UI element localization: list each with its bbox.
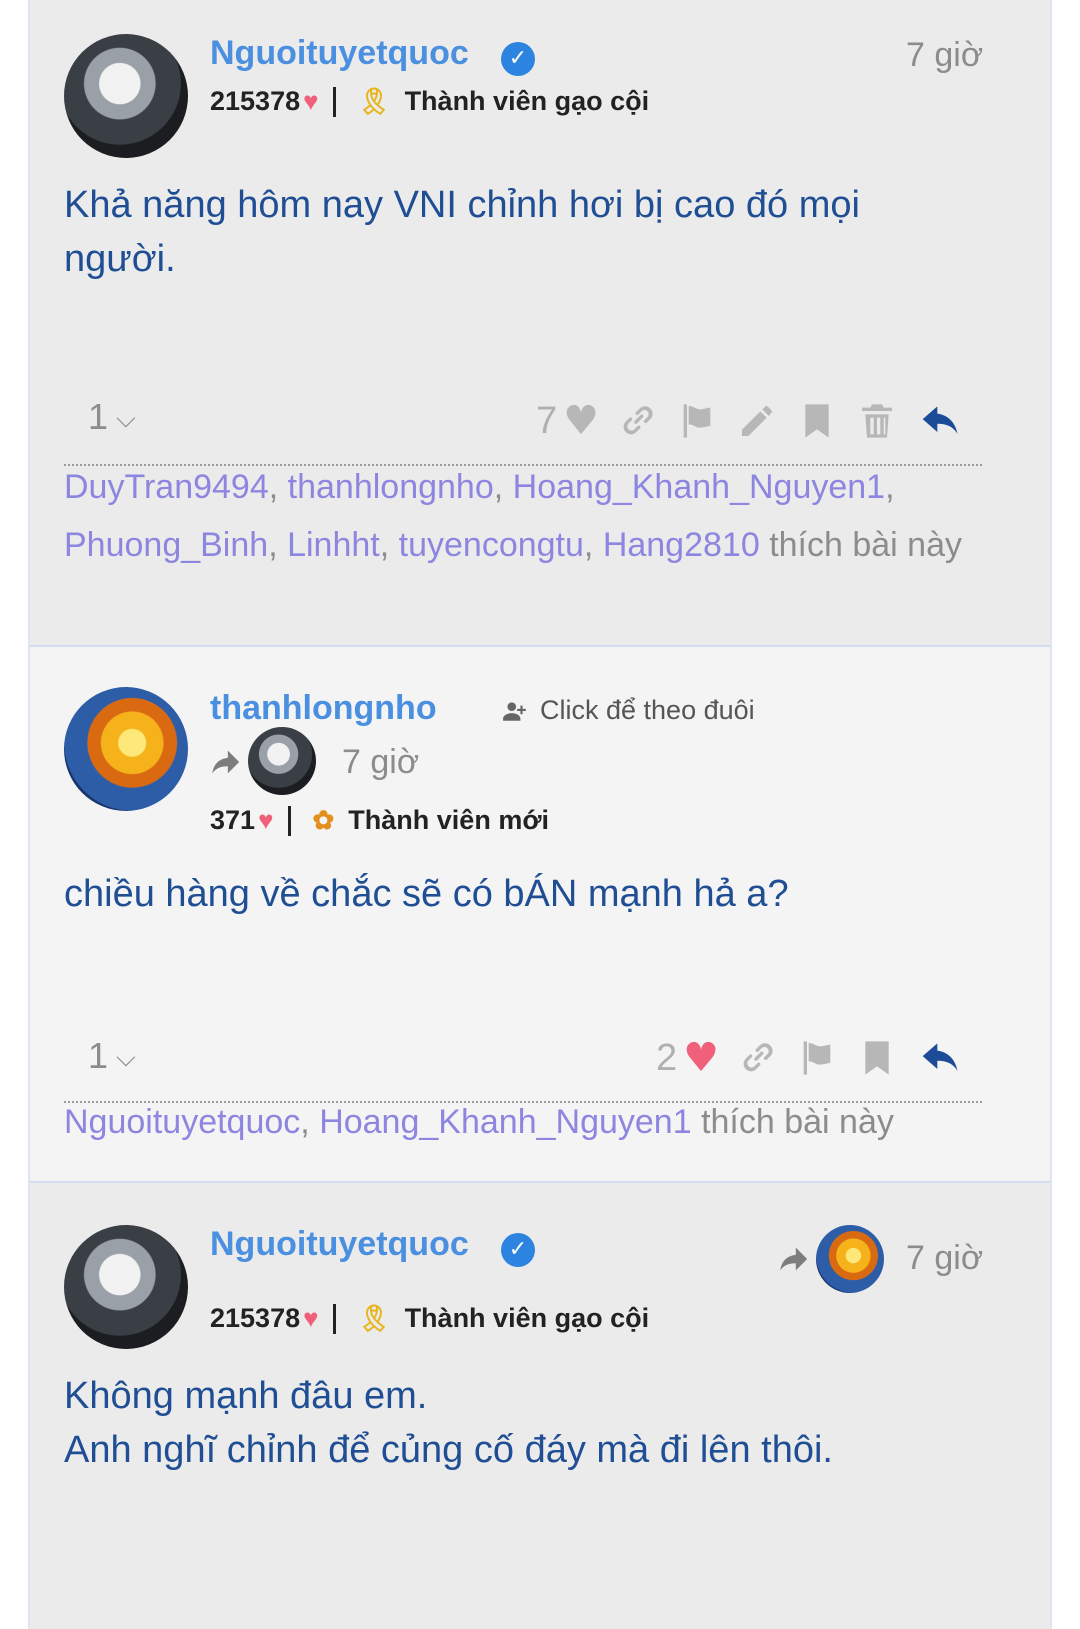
username[interactable]: Nguoituyetquoc (210, 1225, 469, 1264)
follow-label: Click để theo đuôi (540, 695, 755, 725)
points-count: 215378 (210, 86, 301, 116)
bookmark-icon[interactable] (855, 1036, 899, 1080)
reply-count: 1 (88, 396, 109, 437)
reply-count-toggle[interactable]: 1 ⌵ (88, 396, 136, 438)
like-heart-icon[interactable]: ♥ (683, 1035, 719, 1081)
username[interactable]: thanhlongnho (210, 689, 437, 728)
share-arrow-icon (212, 750, 240, 774)
quoted-user-avatar[interactable] (248, 727, 316, 795)
reply-icon[interactable] (919, 1036, 963, 1080)
like-heart-icon[interactable]: ♥ (563, 398, 599, 444)
post-time[interactable]: 7 giờ (906, 1239, 983, 1278)
link-icon[interactable] (735, 1036, 779, 1080)
liker-link[interactable]: Hoang_Khanh_Nguyen1 (513, 468, 885, 506)
flag-icon[interactable] (795, 1036, 839, 1080)
flag-icon[interactable] (675, 399, 719, 443)
verified-badge-icon: ✓ (501, 42, 535, 76)
liker-link[interactable]: Linhht (287, 526, 380, 564)
divider (332, 86, 336, 117)
reply-icon[interactable] (919, 399, 963, 443)
share-arrow-icon (780, 1247, 808, 1271)
likers-list: DuyTran9494, thanhlongnho, Hoang_Khanh_N… (64, 468, 962, 564)
likers-list: Nguoituyetquoc, Hoang_Khanh_Nguyen1 thíc… (64, 1103, 894, 1141)
liker-link[interactable]: tuyencongtu (399, 526, 584, 564)
like-count: 2 (656, 1036, 678, 1079)
member-rank: Thành viên gạo cội (404, 86, 650, 116)
post-2: thanhlongnho Click để theo đuôi 7 giờ 37… (30, 647, 1050, 1181)
add-user-icon (503, 701, 526, 721)
liker-link[interactable]: thanhlongnho (288, 468, 494, 506)
link-icon[interactable] (615, 399, 659, 443)
likers-suffix: thích bài này (769, 526, 962, 564)
verified-badge-icon: ✓ (501, 1233, 535, 1267)
like-count: 7 (536, 399, 558, 442)
points-count: 371 (210, 805, 256, 835)
divider (332, 1303, 336, 1334)
post-time[interactable]: 7 giờ (906, 36, 983, 75)
post-actions: 7 ♥ (536, 398, 963, 444)
pencil-icon[interactable] (735, 399, 779, 443)
post-time[interactable]: 7 giờ (342, 743, 419, 782)
member-rank: Thành viên gạo cội (404, 1303, 650, 1333)
follow-button[interactable]: Click để theo đuôi (502, 695, 755, 726)
avatar[interactable] (64, 34, 188, 158)
heart-icon: ♥ (303, 86, 319, 116)
avatar[interactable] (64, 687, 188, 811)
reply-count: 1 (88, 1035, 109, 1076)
liker-link[interactable]: DuyTran9494 (64, 468, 269, 506)
post-actions: 2 ♥ (656, 1035, 963, 1081)
reply-count-toggle[interactable]: 1 ⌵ (88, 1035, 136, 1077)
chevron-down-icon: ⌵ (116, 403, 136, 434)
post-body: chiều hàng về chắc sẽ có bÁN mạnh hả a? (64, 873, 789, 915)
post-1: Nguoituyetquoc ✓ 7 giờ 215378 ♥ 🎗 Thành … (30, 0, 1050, 645)
avatar[interactable] (64, 1225, 188, 1349)
liker-link[interactable]: Hang2810 (603, 526, 760, 564)
trash-icon[interactable] (855, 399, 899, 443)
post-body: Khả năng hôm nay VNI chỉnh hơi bị cao đó… (64, 184, 860, 280)
bookmark-icon[interactable] (795, 399, 839, 443)
username[interactable]: Nguoituyetquoc (210, 34, 469, 73)
likers-suffix: thích bài này (701, 1103, 894, 1141)
medal-icon: 🎗 (357, 1303, 391, 1333)
liker-link[interactable]: Hoang_Khanh_Nguyen1 (319, 1103, 691, 1141)
post-body: Không mạnh đâu em. Anh nghĩ chỉnh để củn… (64, 1375, 833, 1471)
medal-icon: 🎗 (357, 86, 391, 116)
post-feed: Nguoituyetquoc ✓ 7 giờ 215378 ♥ 🎗 Thành … (28, 0, 1052, 1629)
quoted-user-avatar[interactable] (816, 1225, 884, 1293)
heart-icon: ♥ (303, 1303, 319, 1333)
user-stats: 215378 ♥ 🎗 Thành viên gạo cội (210, 86, 649, 117)
heart-icon: ♥ (258, 805, 274, 835)
liker-link[interactable]: Nguoituyetquoc (64, 1103, 300, 1141)
member-rank: Thành viên mới (348, 805, 550, 835)
liker-link[interactable]: Phuong_Binh (64, 526, 268, 564)
chevron-down-icon: ⌵ (116, 1042, 136, 1073)
points-count: 215378 (210, 1303, 301, 1333)
divider (287, 805, 291, 836)
post-3: Nguoituyetquoc ✓ 7 giờ 215378 ♥ 🎗 Thành … (30, 1183, 1050, 1629)
user-stats: 215378 ♥ 🎗 Thành viên gạo cội (210, 1303, 649, 1334)
sprout-icon: ✿ (312, 805, 335, 835)
user-stats: 371 ♥ ✿ Thành viên mới (210, 805, 549, 836)
